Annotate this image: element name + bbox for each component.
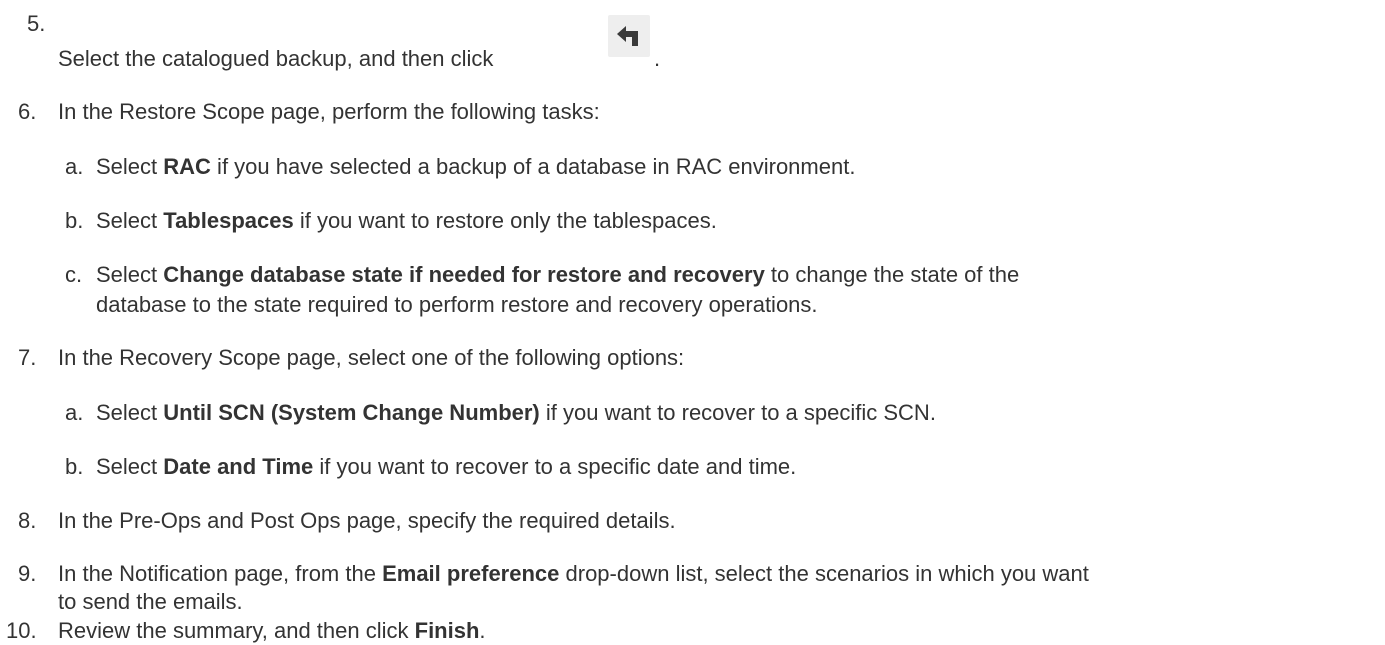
step-text: Select the catalogued backup, and then c… bbox=[58, 45, 493, 73]
step-text: In the Notification page, from the Email… bbox=[58, 560, 1089, 588]
step-number: 8. bbox=[18, 508, 37, 533]
substep-pre: Select bbox=[96, 262, 164, 287]
substep-pre: Select bbox=[96, 208, 164, 233]
substep-bold: Change database state if needed for rest… bbox=[163, 262, 765, 287]
step-text: In the Pre-Ops and Post Ops page, specif… bbox=[58, 508, 676, 533]
step-tail: . bbox=[654, 46, 661, 71]
substep-post: if you have selected a backup of a datab… bbox=[210, 154, 856, 179]
substep-bold: Tablespaces bbox=[163, 208, 294, 233]
substep-letter: b. bbox=[65, 454, 84, 479]
substep-text-continued: database to the state required to perfor… bbox=[96, 292, 818, 317]
substep-pre: Select bbox=[96, 154, 164, 179]
step-text: In the Recovery Scope page, select one o… bbox=[58, 345, 685, 370]
step-bold: Email preference bbox=[382, 561, 560, 586]
step-text: In the Restore Scope page, perform the f… bbox=[58, 99, 600, 124]
restore-arrow-icon bbox=[617, 26, 638, 46]
instructions-document: 5. Select the catalogued backup, and the… bbox=[0, 0, 1385, 645]
substep-bold: RAC bbox=[163, 154, 211, 179]
step-post: . bbox=[479, 618, 486, 643]
substep-text: Select Date and Time if you want to reco… bbox=[96, 453, 796, 481]
step-pre: Review the summary, and then click bbox=[58, 618, 415, 643]
step-text-main: Select the catalogued backup, and then c… bbox=[58, 46, 494, 71]
finish-label: Finish bbox=[414, 618, 480, 643]
step-pre: In the Notification page, from the bbox=[58, 561, 383, 586]
substep-letter: b. bbox=[65, 208, 84, 233]
substep-bold: Until SCN (System Change Number) bbox=[163, 400, 540, 425]
step-number: 9. bbox=[18, 561, 37, 586]
substep-pre: Select bbox=[96, 454, 164, 479]
step-post: drop-down list, select the scenarios in … bbox=[559, 561, 1089, 586]
substep-text: Select Tablespaces if you want to restor… bbox=[96, 207, 717, 235]
substep-bold: Date and Time bbox=[163, 454, 314, 479]
substep-pre: Select bbox=[96, 400, 164, 425]
substep-letter: a. bbox=[65, 400, 84, 425]
step-text: Review the summary, and then click Finis… bbox=[58, 617, 486, 645]
substep-text: Select Until SCN (System Change Number) … bbox=[96, 399, 936, 427]
substep-text: Select Change database state if needed f… bbox=[96, 261, 1019, 289]
substep-letter: a. bbox=[65, 154, 84, 179]
step-number: 6. bbox=[18, 99, 37, 124]
substep-post: if you want to restore only the tablespa… bbox=[293, 208, 717, 233]
substep-post: to change the state of the bbox=[764, 262, 1020, 287]
step-number: 7. bbox=[18, 345, 37, 370]
step-number: 5. bbox=[27, 11, 46, 36]
substep-post: if you want to recover to a specific dat… bbox=[313, 454, 797, 479]
restore-button[interactable] bbox=[608, 15, 650, 57]
substep-text: Select RAC if you have selected a backup… bbox=[96, 153, 855, 181]
substep-post: if you want to recover to a specific SCN… bbox=[539, 400, 936, 425]
step-number: 10. bbox=[6, 618, 37, 643]
step-text-continued: to send the emails. bbox=[58, 589, 243, 614]
substep-letter: c. bbox=[65, 262, 83, 287]
